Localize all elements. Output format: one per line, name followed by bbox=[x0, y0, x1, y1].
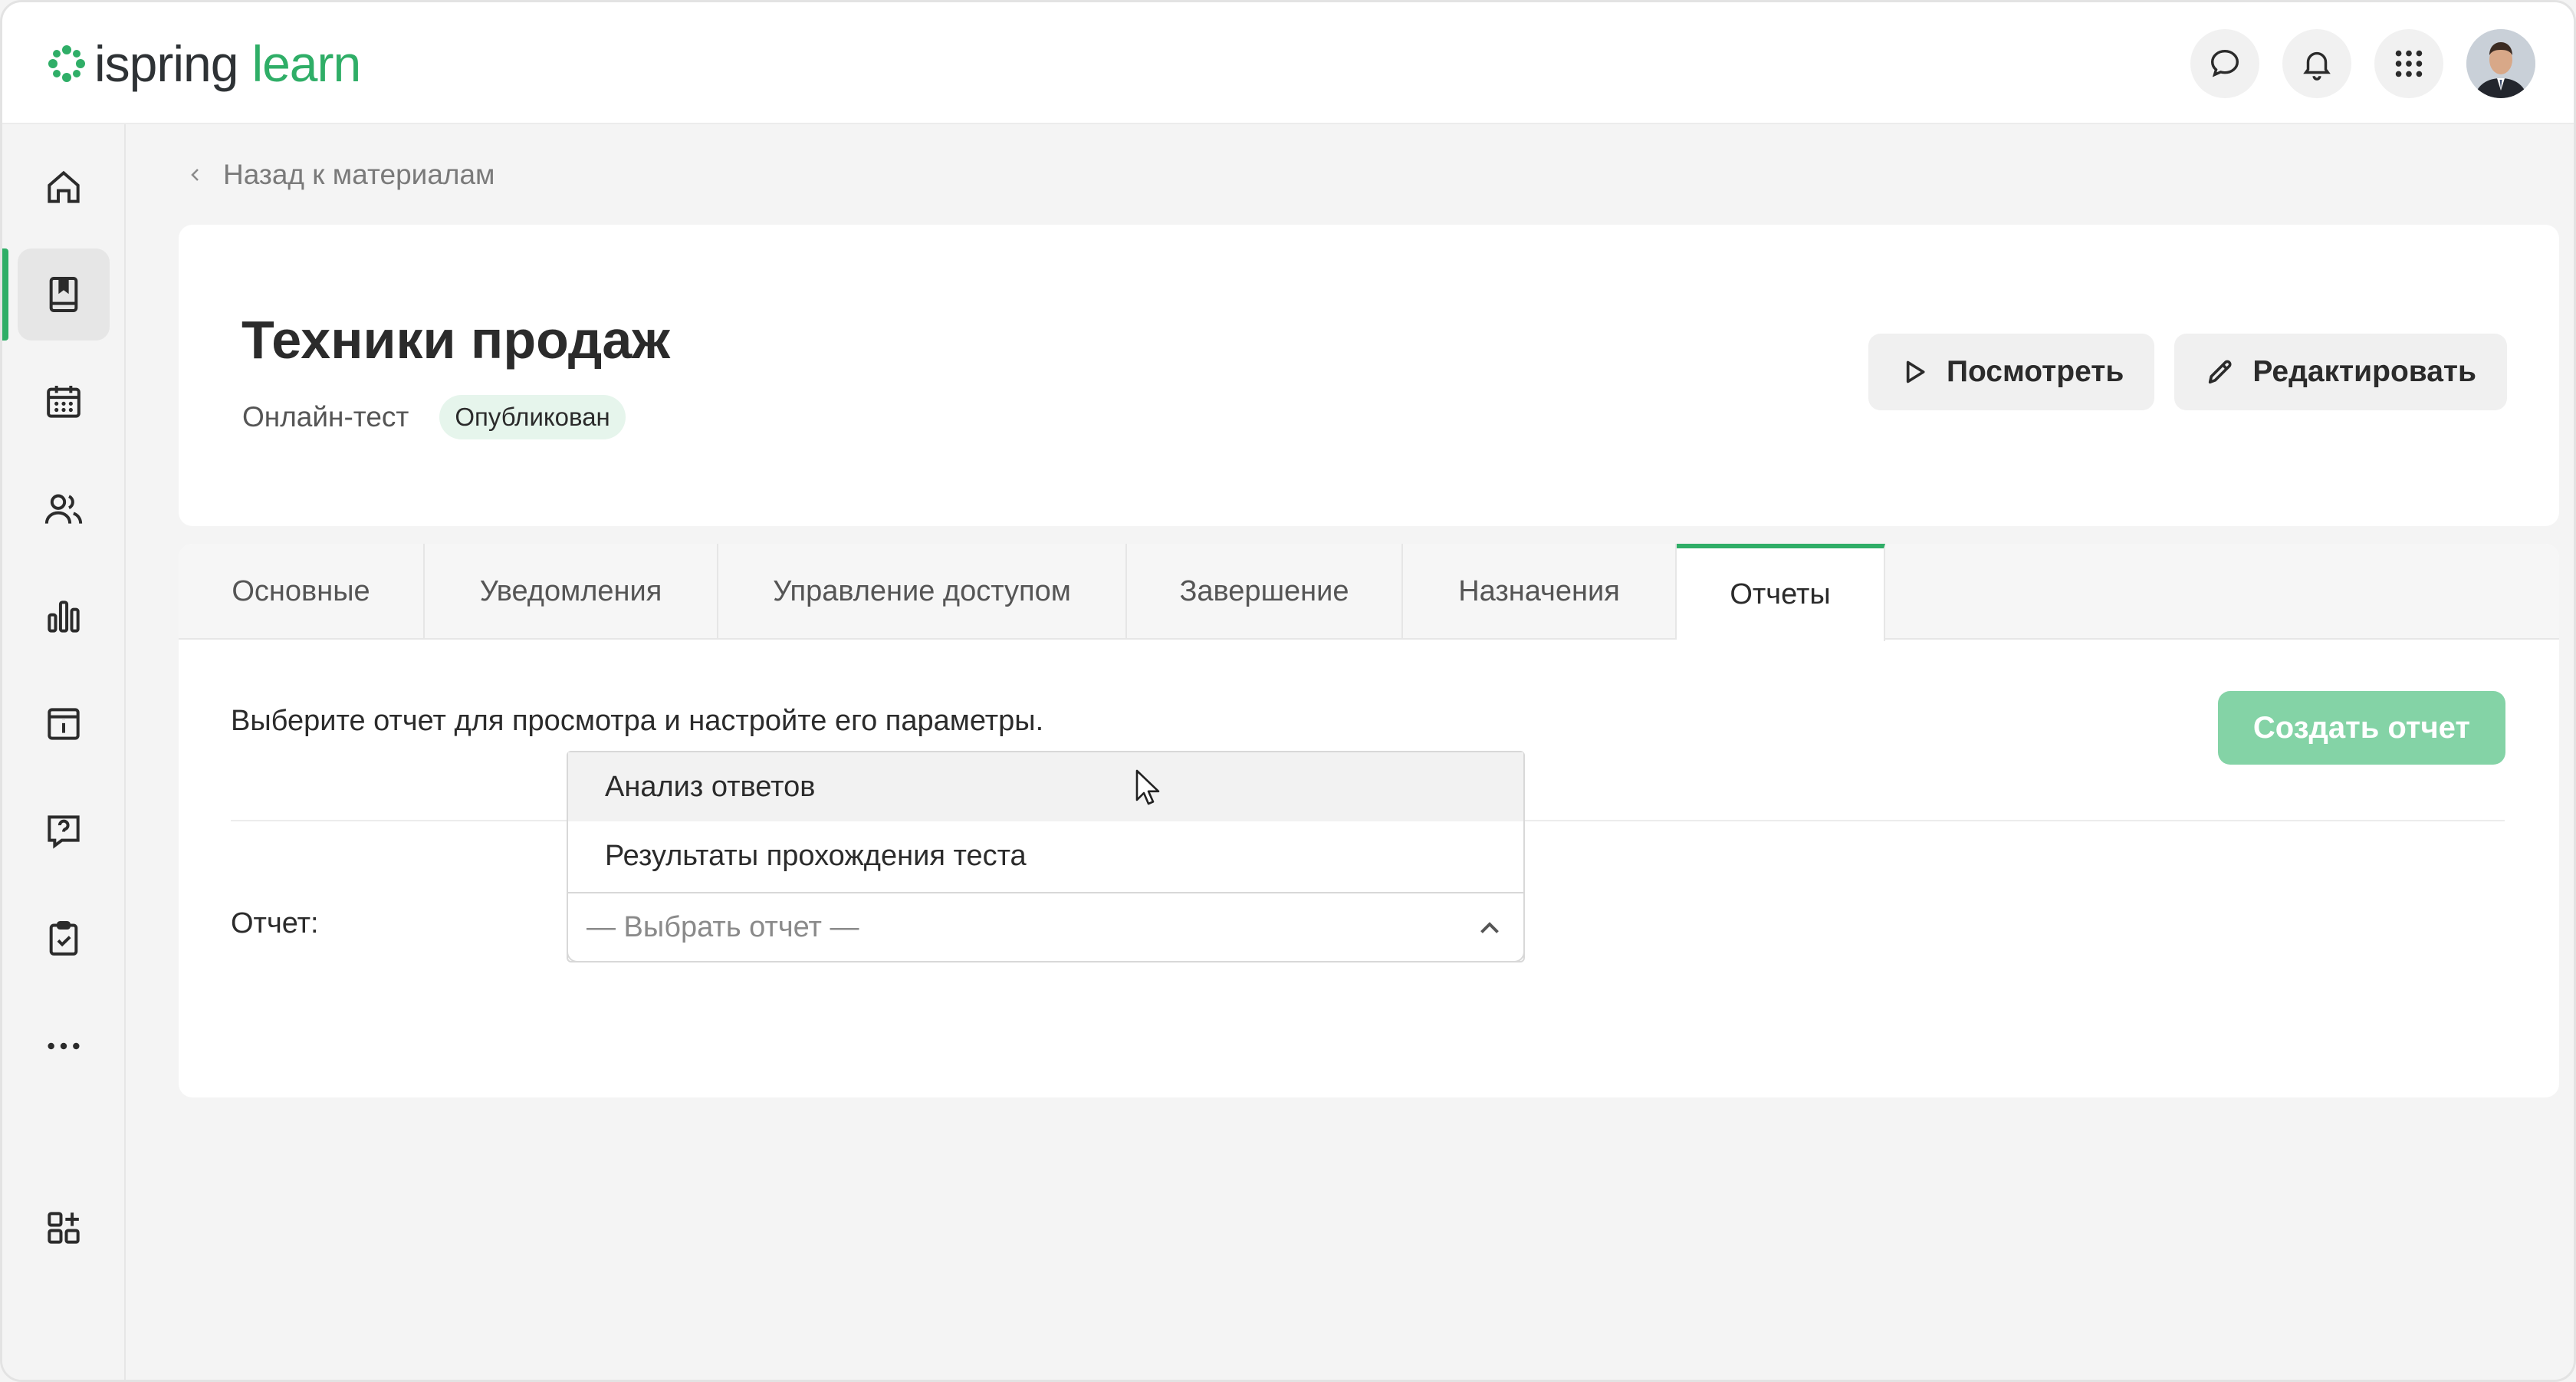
sidebar-item-help[interactable] bbox=[18, 785, 110, 877]
tab-reports[interactable]: Отчеты bbox=[1677, 544, 1885, 641]
logo-text-learn: learn bbox=[251, 35, 361, 92]
sidebar-item-info[interactable] bbox=[18, 678, 110, 770]
page-title: Техники продаж bbox=[242, 310, 670, 370]
view-button[interactable]: Посмотреть bbox=[1868, 334, 2155, 410]
avatar-image bbox=[2466, 29, 2535, 98]
more-dots-icon bbox=[48, 1042, 80, 1050]
sidebar-item-users[interactable] bbox=[18, 463, 110, 555]
course-meta: Онлайн-тест Опубликован bbox=[242, 395, 626, 439]
edit-button-label: Редактировать bbox=[2252, 355, 2476, 388]
sidebar-item-materials[interactable] bbox=[18, 248, 110, 341]
chevron-up-icon bbox=[1480, 922, 1499, 933]
chat-icon bbox=[2210, 49, 2239, 77]
tab-basic[interactable]: Основные bbox=[179, 544, 425, 640]
create-report-button[interactable]: Создать отчет bbox=[2217, 691, 2505, 765]
status-badge: Опубликован bbox=[439, 395, 626, 439]
question-bubble-icon bbox=[48, 815, 80, 849]
tab-access-control[interactable]: Управление доступом bbox=[718, 544, 1127, 640]
sidebar-item-home[interactable] bbox=[18, 141, 110, 233]
report-select[interactable]: — Выбрать отчет — bbox=[567, 892, 1525, 962]
clipboard-check-icon bbox=[49, 921, 78, 956]
course-type: Онлайн-тест bbox=[242, 401, 409, 433]
sidebar-item-tasks[interactable] bbox=[18, 893, 110, 985]
bell-icon bbox=[2303, 51, 2331, 81]
tab-bar: Основные Уведомления Управление доступом… bbox=[179, 544, 2559, 641]
logo-text-ispring: ispring bbox=[94, 35, 238, 92]
mouse-cursor-icon bbox=[1135, 769, 1160, 805]
report-field-label: Отчет: bbox=[231, 907, 319, 939]
apps-grid-icon bbox=[2395, 50, 2423, 77]
sidebar-active-indicator bbox=[2, 248, 8, 341]
bar-chart-icon bbox=[48, 601, 80, 633]
course-header-card: Техники продаж Онлайн-тест Опубликован П… bbox=[179, 225, 2559, 526]
user-avatar[interactable] bbox=[2466, 29, 2535, 98]
app-logo[interactable]: ispring learn bbox=[45, 33, 361, 94]
dropdown-option-answer-analysis[interactable]: Анализ ответов bbox=[568, 752, 1523, 821]
tab-completion[interactable]: Завершение bbox=[1127, 544, 1403, 640]
apps-button[interactable] bbox=[2374, 29, 2443, 98]
chat-button[interactable] bbox=[2190, 29, 2259, 98]
report-select-placeholder: — Выбрать отчет — bbox=[586, 910, 859, 943]
header-actions: Посмотреть Редактировать bbox=[1868, 334, 2507, 410]
play-icon bbox=[1906, 360, 1925, 383]
chevron-left-icon bbox=[191, 169, 199, 181]
top-bar: ispring learn bbox=[2, 2, 2574, 124]
app-window: ispring learn Назад к материалам Техники… bbox=[0, 0, 2576, 1382]
back-to-materials-link[interactable]: Назад к материалам bbox=[223, 159, 495, 191]
tab-notifications[interactable]: Уведомления bbox=[425, 544, 718, 640]
sidebar-item-reports[interactable] bbox=[18, 571, 110, 663]
dropdown-option-test-results[interactable]: Результаты прохождения теста bbox=[568, 821, 1523, 890]
sidebar bbox=[2, 124, 126, 1380]
users-icon bbox=[44, 494, 83, 524]
book-icon bbox=[49, 277, 78, 312]
info-board-icon bbox=[48, 708, 80, 740]
settings-card: Основные Уведомления Управление доступом… bbox=[179, 544, 2559, 1097]
pencil-icon bbox=[2209, 360, 2232, 384]
reports-hint: Выберите отчет для просмотра и настройте… bbox=[231, 705, 1044, 737]
tab-assignments[interactable]: Назначения bbox=[1403, 544, 1677, 640]
home-icon bbox=[48, 170, 80, 203]
ispring-flower-icon bbox=[48, 45, 85, 82]
breadcrumb[interactable]: Назад к материалам bbox=[186, 156, 495, 194]
sidebar-item-more[interactable] bbox=[18, 1000, 110, 1092]
add-widget-icon bbox=[48, 1212, 80, 1244]
top-actions bbox=[2190, 29, 2535, 98]
view-button-label: Посмотреть bbox=[1946, 355, 2124, 388]
sidebar-item-add-widget[interactable] bbox=[18, 1182, 110, 1274]
calendar-icon bbox=[47, 386, 80, 418]
sidebar-item-calendar[interactable] bbox=[18, 356, 110, 448]
edit-button[interactable]: Редактировать bbox=[2174, 334, 2507, 410]
notifications-button[interactable] bbox=[2282, 29, 2351, 98]
